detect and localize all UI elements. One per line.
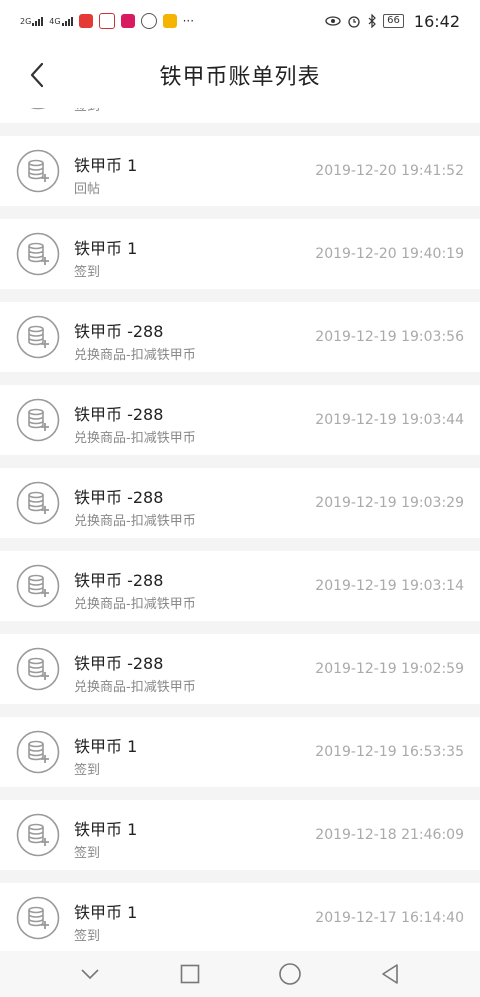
list-item[interactable]: 铁甲币 -288 兑换商品-扣减铁甲币 2019-12-19 19:03:29 — [0, 468, 480, 538]
coin-add-icon — [16, 564, 60, 608]
square-icon — [180, 964, 200, 984]
chevron-down-icon — [81, 969, 99, 980]
row-timestamp: 2019-12-17 16:14:40 — [315, 910, 464, 926]
page-title: 铁甲币账单列表 — [159, 65, 321, 90]
row-description: 签到 — [74, 763, 101, 778]
row-amount: 铁甲币 -288 — [74, 571, 164, 590]
row-timestamp: 2019-12-19 19:03:56 — [315, 329, 464, 345]
row-amount: 铁甲币 -288 — [74, 654, 164, 673]
row-amount: 铁甲币 -288 — [74, 405, 164, 424]
list-item[interactable]: 铁甲币 1 回帖 2019-12-20 19:41:52 — [0, 136, 480, 206]
row-timestamp: 2019-12-19 19:03:44 — [315, 412, 464, 428]
app-notification-icon — [78, 14, 93, 28]
bill-list[interactable]: 签到 铁甲币 1 回帖 2019-12-20 19:41:52 铁甲币 1 签到… — [0, 108, 480, 951]
battery-icon: 66 — [383, 14, 404, 28]
bluetooth-icon — [368, 14, 377, 28]
row-timestamp: 2019-12-20 19:40:19 — [315, 246, 464, 262]
status-time: 16:42 — [413, 11, 460, 31]
row-description: 兑换商品-扣减铁甲币 — [74, 680, 196, 695]
row-description: 兑换商品-扣减铁甲币 — [74, 597, 196, 612]
signal-icon-1: 2G — [20, 16, 44, 26]
calendar-app-icon — [120, 14, 135, 28]
list-item[interactable]: 铁甲币 1 签到 2019-12-18 21:46:09 — [0, 800, 480, 870]
list-item[interactable]: 铁甲币 -288 兑换商品-扣减铁甲币 2019-12-19 19:02:59 — [0, 634, 480, 704]
hide-nav-button[interactable] — [76, 960, 104, 988]
status-right: 66 16:42 — [325, 12, 460, 31]
coin-add-icon — [16, 398, 60, 442]
row-description: 兑换商品-扣减铁甲币 — [74, 431, 196, 446]
chevron-left-icon — [30, 62, 44, 88]
recents-button[interactable] — [176, 960, 204, 988]
system-nav-bar — [0, 951, 480, 997]
row-timestamp: 2019-12-18 21:46:09 — [315, 827, 464, 843]
row-amount: 铁甲币 1 — [74, 903, 138, 922]
row-timestamp: 2019-12-19 19:03:29 — [315, 495, 464, 511]
row-amount: 铁甲币 1 — [74, 737, 138, 756]
list-item[interactable]: 铁甲币 -288 兑换商品-扣减铁甲币 2019-12-19 19:03:44 — [0, 385, 480, 455]
row-timestamp: 2019-12-19 19:03:14 — [315, 578, 464, 594]
row-amount: 铁甲币 -288 — [74, 322, 164, 341]
coin-add-icon — [16, 481, 60, 525]
list-item[interactable]: 铁甲币 1 签到 2019-12-19 16:53:35 — [0, 717, 480, 787]
circle-icon — [279, 963, 301, 985]
dictionary-app-icon — [98, 13, 115, 29]
app-header: 铁甲币账单列表 — [0, 42, 480, 108]
row-timestamp: 2019-12-19 16:53:35 — [315, 744, 464, 760]
row-description: 签到 — [74, 846, 101, 861]
status-left: 2G 4G ··· — [20, 13, 194, 29]
alarm-icon — [348, 16, 360, 28]
list-item[interactable]: 铁甲币 -288 兑换商品-扣减铁甲币 2019-12-19 19:03:56 — [0, 302, 480, 372]
row-amount: 铁甲币 1 — [74, 239, 138, 258]
row-description: 签到 — [74, 265, 101, 280]
eye-comfort-icon — [325, 16, 341, 26]
coin-add-icon — [16, 730, 60, 774]
row-amount: 铁甲币 1 — [74, 820, 138, 839]
list-item[interactable]: 铁甲币 1 签到 2019-12-17 16:14:40 — [0, 883, 480, 951]
network-label-2: 4G — [49, 16, 61, 26]
coin-add-icon — [16, 149, 60, 193]
coin-add-icon — [30, 108, 46, 110]
chat-app-icon — [140, 13, 157, 29]
back-nav-button[interactable] — [376, 960, 404, 988]
row-description: 签到 — [74, 108, 100, 114]
mail-app-icon — [162, 14, 177, 28]
more-notifications-icon: ··· — [182, 14, 195, 28]
triangle-back-icon — [382, 964, 398, 984]
row-amount: 铁甲币 -288 — [74, 488, 164, 507]
row-timestamp: 2019-12-19 19:02:59 — [315, 661, 464, 677]
row-amount: 铁甲币 1 — [74, 156, 138, 175]
status-bar: 2G 4G ··· 66 16:42 — [0, 0, 480, 42]
row-description: 回帖 — [74, 182, 101, 197]
coin-add-icon — [16, 232, 60, 276]
signal-icon-2: 4G — [49, 16, 73, 26]
home-button[interactable] — [276, 960, 304, 988]
list-item[interactable]: 铁甲币 -288 兑换商品-扣减铁甲币 2019-12-19 19:03:14 — [0, 551, 480, 621]
network-label-1: 2G — [20, 16, 32, 26]
coin-add-icon — [16, 813, 60, 857]
coin-add-icon — [16, 315, 60, 359]
coin-add-icon — [16, 896, 60, 940]
row-description: 兑换商品-扣减铁甲币 — [74, 514, 196, 529]
back-button[interactable] — [24, 60, 52, 90]
row-description: 兑换商品-扣减铁甲币 — [74, 348, 196, 363]
row-timestamp: 2019-12-20 19:41:52 — [315, 163, 464, 179]
list-item[interactable]: 铁甲币 1 签到 2019-12-20 19:40:19 — [0, 219, 480, 289]
row-description: 签到 — [74, 929, 101, 944]
coin-add-icon — [16, 647, 60, 691]
list-item-partial[interactable]: 签到 — [0, 108, 480, 123]
